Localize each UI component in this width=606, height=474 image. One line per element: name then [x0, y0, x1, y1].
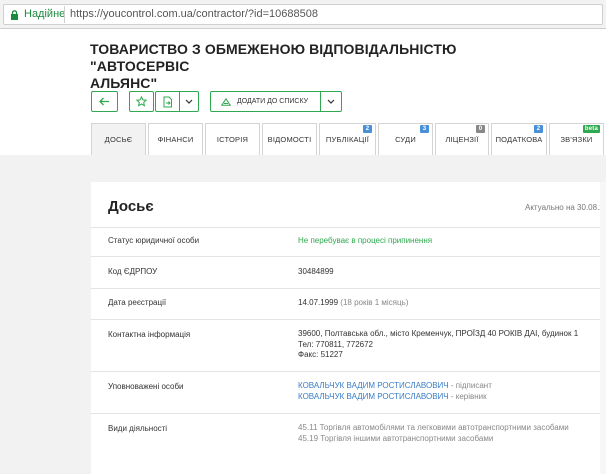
- tab-dossier[interactable]: ДОСЬЄ: [91, 123, 146, 155]
- updated-date: Актуально на 30.08.20: [525, 203, 606, 212]
- tab-label: СУДИ: [395, 135, 416, 144]
- url-text[interactable]: https://youcontrol.com.ua/contractor/?id…: [70, 8, 318, 20]
- contact-phone: 770811, 772672: [315, 340, 373, 349]
- person-row: КОВАЛЬЧУК ВАДИМ РОСТИСЛАВОВИЧ - керівник: [298, 392, 487, 403]
- chevron-down-icon: [185, 99, 193, 104]
- activity-code: 45.19: [298, 434, 319, 443]
- activity-code: 45.11: [298, 423, 318, 432]
- contact-fax: 51227: [320, 350, 343, 359]
- person-link[interactable]: КОВАЛЬЧУК ВАДИМ РОСТИСЛАВОВИЧ: [298, 392, 449, 401]
- persons-label: Уповноважені особи: [108, 382, 184, 391]
- contact-fax-row: Факс: 51227: [298, 350, 343, 361]
- status-label: Статус юридичної особи: [108, 236, 200, 245]
- person-row: КОВАЛЬЧУК ВАДИМ РОСТИСЛАВОВИЧ - підписан…: [298, 381, 492, 392]
- list-icon: [221, 97, 231, 106]
- date-label: Дата реєстрації: [108, 298, 167, 307]
- contact-label: Контактна інформація: [108, 330, 191, 339]
- tab-publications[interactable]: ПУБЛІКАЦІЇ 2: [319, 123, 376, 155]
- activity-row: 45.11 Торгівля автомобілями та легковими…: [298, 423, 569, 434]
- url-separator: [64, 6, 65, 23]
- courts-badge: 3: [420, 125, 429, 133]
- company-title: ТОВАРИСТВО З ОБМЕЖЕНОЮ ВІДПОВІДАЛЬНІСТЮ …: [90, 41, 530, 92]
- panel-title: Досьє: [108, 198, 154, 215]
- tab-label: ДОСЬЄ: [104, 135, 133, 144]
- star-icon: [136, 96, 147, 107]
- export-main[interactable]: [156, 92, 181, 111]
- row-divider: [91, 319, 606, 320]
- tab-label: ІСТОРІЯ: [216, 135, 249, 144]
- activity-row: 45.19 Торгівля іншими автотранспортними …: [298, 434, 493, 445]
- tab-licenses[interactable]: ЛІЦЕНЗІЇ 0: [435, 123, 489, 155]
- person-link[interactable]: КОВАЛЬЧУК ВАДИМ РОСТИСЛАВОВИЧ: [298, 381, 449, 390]
- tab-connections[interactable]: ЗВ'ЯЗКИ beta: [549, 123, 604, 155]
- back-button[interactable]: [91, 91, 118, 112]
- add-to-list-button[interactable]: ДОДАТИ ДО СПИСКУ: [210, 91, 342, 112]
- row-divider: [91, 288, 606, 289]
- back-arrow-icon: [99, 97, 109, 106]
- activity-text: Торгівля іншими автотранспортними засоба…: [320, 434, 494, 443]
- status-value: Не перебуває в процесі припинення: [298, 236, 433, 245]
- row-divider: [91, 371, 606, 372]
- tab-label: ПОДАТКОВА: [495, 135, 543, 144]
- connections-badge: beta: [582, 125, 600, 133]
- person-role: - підписант: [450, 381, 492, 390]
- lock-icon: [11, 10, 18, 20]
- code-label: Код ЄДРПОУ: [108, 267, 158, 276]
- contact-fax-label: Факс:: [298, 350, 319, 359]
- activity-text: Торгівля автомобілями та легковими автот…: [319, 423, 569, 432]
- url-box[interactable]: Надійне https://youcontrol.com.ua/contra…: [3, 4, 603, 25]
- company-title-line2: АЛЬЯНС": [90, 75, 158, 91]
- tab-label: ЗВ'ЯЗКИ: [560, 135, 593, 144]
- contact-phone-row: Тел: 770811, 772672: [298, 340, 373, 351]
- contact-address: 39600, Полтавська обл., місто Кременчук,…: [298, 329, 579, 338]
- tab-courts[interactable]: СУДИ 3: [378, 123, 433, 155]
- tab-label: ПУБЛІКАЦІЇ: [325, 135, 370, 144]
- date-value-row: 14.07.1999 (18 років 1 місяць): [298, 298, 408, 309]
- date-value: 14.07.1999: [298, 298, 339, 307]
- browser-address-bar: Надійне https://youcontrol.com.ua/contra…: [0, 0, 606, 29]
- row-divider: [91, 256, 606, 257]
- date-age: (18 років 1 місяць): [340, 298, 409, 307]
- tab-information[interactable]: ВІДОМОСТІ: [262, 123, 317, 155]
- licenses-badge: 0: [476, 125, 485, 133]
- add-to-list-dropdown[interactable]: [321, 92, 341, 111]
- chevron-down-icon: [327, 99, 335, 104]
- export-dropdown[interactable]: [180, 92, 198, 111]
- activities-label: Види діяльності: [108, 424, 168, 433]
- export-icon: [163, 96, 172, 107]
- contact-phone-label: Тел:: [298, 340, 314, 349]
- tab-tax[interactable]: ПОДАТКОВА 2: [491, 123, 547, 155]
- tab-label: ВІДОМОСТІ: [267, 135, 312, 144]
- tab-label: ЛІЦЕНЗІЇ: [445, 135, 479, 144]
- tax-badge: 2: [534, 125, 543, 133]
- row-divider: [91, 227, 606, 228]
- code-value[interactable]: 30484899: [298, 267, 334, 278]
- secure-label: Надійне: [24, 8, 66, 20]
- tab-finances[interactable]: ФІНАНСИ: [148, 123, 203, 155]
- export-button[interactable]: [155, 91, 199, 112]
- favorite-button[interactable]: [129, 91, 154, 112]
- scrollbar[interactable]: [600, 182, 606, 474]
- tab-history[interactable]: ІСТОРІЯ: [205, 123, 260, 155]
- add-to-list-main[interactable]: ДОДАТИ ДО СПИСКУ: [211, 92, 321, 111]
- row-divider: [91, 413, 606, 414]
- add-to-list-label: ДОДАТИ ДО СПИСКУ: [237, 98, 309, 105]
- person-role: - керівник: [450, 392, 487, 401]
- company-title-line1: ТОВАРИСТВО З ОБМЕЖЕНОЮ ВІДПОВІДАЛЬНІСТЮ …: [90, 41, 457, 74]
- publications-badge: 2: [363, 125, 372, 133]
- tab-label: ФІНАНСИ: [157, 135, 194, 144]
